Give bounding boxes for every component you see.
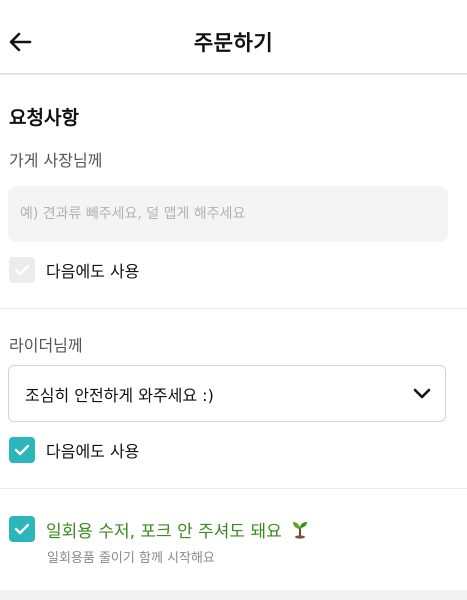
check-icon — [14, 523, 30, 535]
rider-reuse-checkbox-row[interactable]: 다음에도 사용 — [9, 437, 139, 463]
store-owner-reuse-checkbox[interactable] — [9, 257, 35, 283]
rider-reuse-checkbox[interactable] — [9, 437, 35, 463]
store-owner-request-input[interactable] — [8, 186, 448, 242]
check-icon — [14, 444, 30, 456]
section-title: 요청사항 — [9, 107, 79, 129]
no-disposables-label: 일회용 수저, 포크 안 주셔도 돼요 — [46, 521, 282, 542]
no-disposables-checkbox-row[interactable]: 일회용 수저, 포크 안 주셔도 돼요 — [9, 516, 310, 542]
store-owner-reuse-checkbox-row[interactable]: 다음에도 사용 — [9, 257, 139, 283]
page-title: 주문하기 — [193, 31, 274, 55]
rider-label: 라이더님께 — [9, 336, 83, 355]
header: 주문하기 — [0, 0, 467, 75]
section-separator — [0, 590, 467, 600]
check-icon — [14, 264, 30, 276]
rider-request-value: 조심히 안전하게 와주세요 :) — [25, 385, 214, 405]
no-disposables-hint: 일회용품 줄이기 함께 시작해요 — [47, 551, 215, 566]
no-disposables-checkbox[interactable] — [9, 516, 35, 542]
divider — [0, 488, 467, 489]
rider-request-select[interactable]: 조심히 안전하게 와주세요 :) — [8, 365, 446, 422]
store-owner-reuse-label: 다음에도 사용 — [46, 262, 140, 281]
chevron-down-icon — [413, 388, 431, 398]
divider — [0, 308, 467, 309]
store-owner-label: 가게 사장님께 — [9, 151, 103, 170]
rider-reuse-label: 다음에도 사용 — [46, 442, 140, 461]
sprout-icon — [290, 519, 310, 539]
